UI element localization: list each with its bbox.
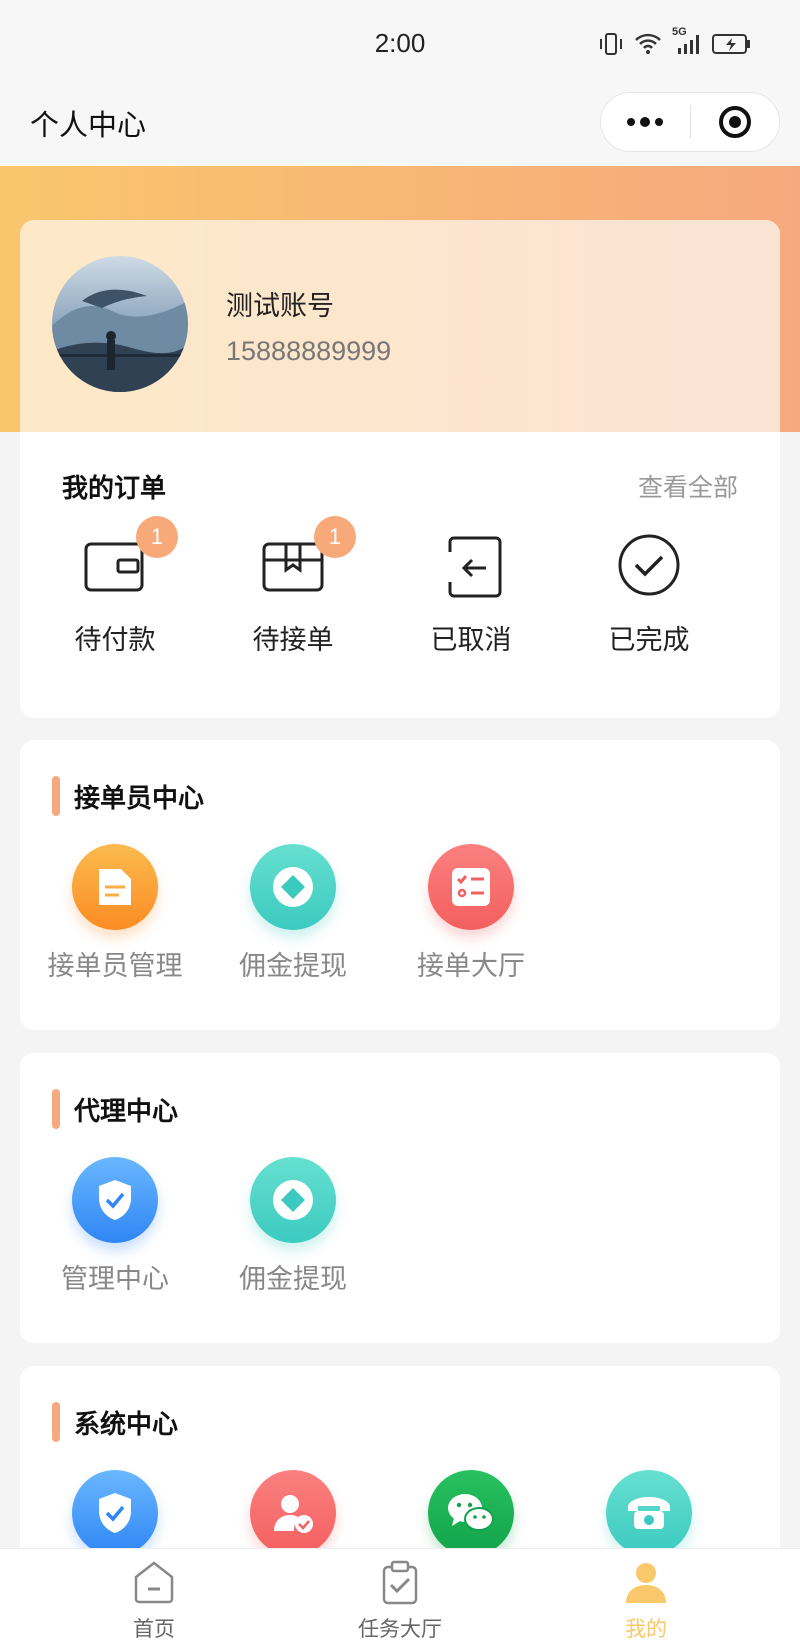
telephone-icon — [628, 1497, 670, 1529]
person-icon — [626, 1563, 666, 1603]
document-icon — [99, 869, 131, 905]
vibrate-icon — [600, 33, 622, 55]
wifi-icon — [635, 33, 661, 54]
menu-system-user-verified[interactable] — [198, 1470, 388, 1556]
menu-commission-withdraw[interactable]: 佣金提现 — [198, 844, 388, 983]
menu-label: 佣金提现 — [239, 951, 347, 982]
order-label: 已取消 — [430, 625, 512, 656]
home-icon — [134, 1561, 174, 1604]
more-dots-icon — [627, 117, 664, 127]
order-pending-payment[interactable]: 1 待付款 — [20, 516, 210, 680]
view-all-orders-link[interactable]: 查看全部 — [638, 468, 738, 504]
section-title: 代理中心 — [74, 1097, 179, 1127]
tab-mine[interactable]: 我的 — [546, 1559, 746, 1643]
cellular-signal-icon: 5G — [672, 26, 702, 56]
avatar[interactable] — [52, 256, 188, 392]
order-badge: 1 — [314, 516, 356, 558]
nav-bar: 个人中心 — [0, 92, 800, 166]
orders-title: 我的订单 — [62, 474, 167, 504]
tab-bar: 首页 任务大厅 我的 — [0, 1548, 800, 1650]
page-title: 个人中心 — [30, 108, 147, 142]
task-clipboard-icon — [382, 1560, 418, 1605]
mini-program-capsule — [600, 92, 780, 152]
avatar-photo — [52, 256, 188, 392]
order-pending-accept[interactable]: 1 待接单 — [198, 516, 388, 680]
tab-task-hall[interactable]: 任务大厅 — [300, 1559, 500, 1643]
section-title: 接单员中心 — [74, 784, 205, 814]
order-label: 已完成 — [608, 625, 690, 656]
close-mini-program-button[interactable] — [691, 93, 780, 151]
status-icons: 5G — [598, 26, 752, 56]
tab-label: 我的 — [625, 1617, 667, 1641]
check-circle-icon — [618, 534, 680, 596]
order-completed[interactable]: 已完成 — [554, 530, 744, 680]
menu-system-wechat[interactable] — [376, 1470, 566, 1556]
my-orders-card: 我的订单 查看全部 1 待付款 1 待接单 已取消 已完成 — [20, 432, 780, 718]
section-accent-bar — [52, 1089, 60, 1129]
wechat-icon — [448, 1494, 494, 1531]
menu-management-center[interactable]: 管理中心 — [20, 1157, 210, 1296]
tab-label: 首页 — [133, 1617, 175, 1641]
shield-check-icon — [99, 1180, 131, 1220]
status-bar: 2:00 5G — [0, 0, 800, 92]
shield-check-icon — [99, 1493, 131, 1533]
section-accent-bar — [52, 1402, 60, 1442]
menu-order-hall[interactable]: 接单大厅 — [376, 844, 566, 983]
order-cancelled[interactable]: 已取消 — [376, 530, 566, 680]
battery-icon — [712, 34, 750, 54]
picker-center-card: 接单员中心 接单员管理 佣金提现 接单大厅 — [20, 740, 780, 1030]
diamond-coin-icon — [273, 867, 313, 907]
diamond-coin-icon — [273, 1180, 313, 1220]
menu-label: 接单大厅 — [417, 951, 525, 982]
tab-home[interactable]: 首页 — [54, 1559, 254, 1643]
section-accent-bar — [52, 776, 60, 816]
user-verified-icon — [274, 1495, 313, 1533]
target-icon — [718, 106, 751, 138]
order-label: 待接单 — [252, 625, 334, 656]
agent-center-card: 代理中心 管理中心 佣金提现 — [20, 1053, 780, 1343]
section-title: 系统中心 — [74, 1410, 179, 1440]
menu-picker-management[interactable]: 接单员管理 — [20, 844, 210, 983]
menu-label: 管理中心 — [61, 1264, 169, 1295]
menu-commission-withdraw[interactable]: 佣金提现 — [198, 1157, 388, 1296]
checklist-icon — [452, 868, 490, 906]
order-badge: 1 — [136, 516, 178, 558]
menu-label: 佣金提现 — [239, 1264, 347, 1295]
cancel-return-icon — [448, 536, 502, 598]
order-label: 待付款 — [74, 625, 156, 656]
profile-name: 测试账号 — [226, 291, 334, 322]
menu-system-shield[interactable] — [20, 1470, 210, 1556]
tab-label: 任务大厅 — [358, 1617, 442, 1641]
menu-label: 接单员管理 — [47, 951, 183, 982]
menu-system-telephone[interactable] — [554, 1470, 744, 1556]
more-button[interactable] — [601, 93, 690, 151]
profile-phone: 15888889999 — [226, 336, 392, 366]
profile-card[interactable]: 测试账号 15888889999 — [20, 220, 780, 432]
